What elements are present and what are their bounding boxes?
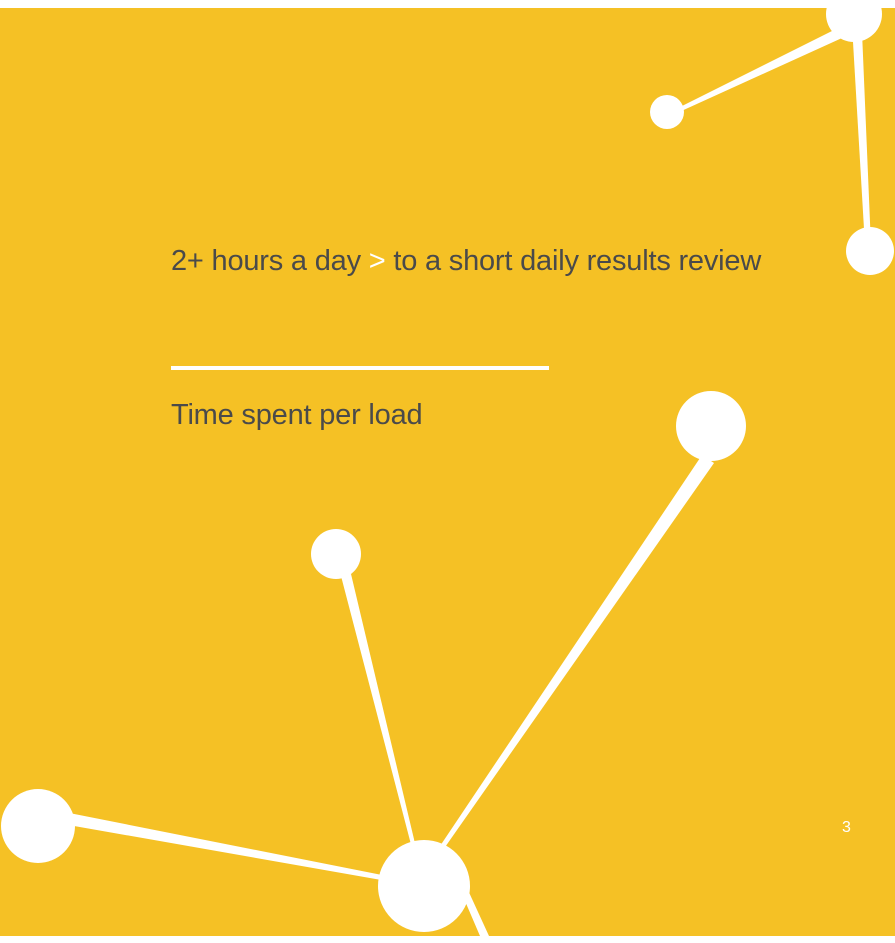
headline-after: to a short daily results review [393,245,762,277]
network-node [311,529,361,579]
page-number: 3 [842,819,851,836]
headline: 2+ hours a day > to a short daily result… [171,241,771,281]
network-link [666,30,842,118]
network-link [432,455,714,860]
network-link [40,808,412,885]
headline-before: 2+ hours a day [171,245,361,277]
slide: 2+ hours a day > to a short daily result… [0,8,895,936]
subtitle: Time spent per load [171,399,423,431]
network-node [1,789,75,863]
divider [171,366,549,370]
network-decoration [1,8,894,936]
network-link [851,8,871,246]
network-node [378,840,470,932]
network-node [676,391,746,461]
network-node [846,227,894,275]
network-node [650,95,684,129]
network-link [341,574,418,856]
headline-arrow: > [368,245,386,277]
